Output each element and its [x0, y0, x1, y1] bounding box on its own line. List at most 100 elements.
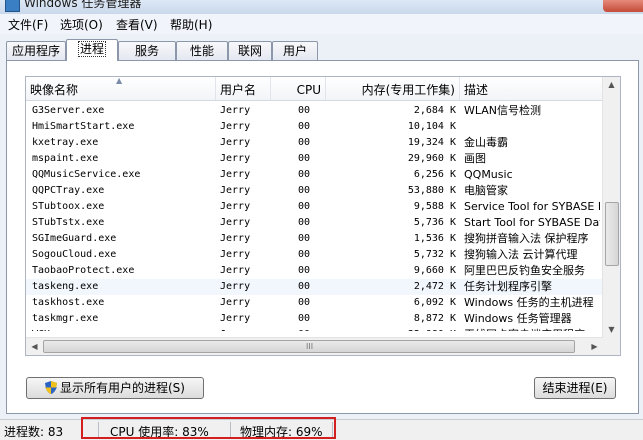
- cell-user: Jerry: [220, 265, 251, 276]
- cell-cpu: 00: [298, 217, 311, 228]
- cell-memory: 29,960 K: [407, 153, 456, 164]
- cell-memory: 2,684 K: [413, 105, 456, 116]
- cell-image-name: SogouCloud.exe: [32, 249, 117, 260]
- column-image-name[interactable]: ▲ 映像名称: [26, 77, 216, 100]
- tab-processes[interactable]: 进程: [66, 39, 118, 61]
- close-window-button[interactable]: [603, 0, 643, 12]
- cell-cpu: 00: [298, 233, 311, 244]
- horizontal-scrollbar[interactable]: ◀ III ▶: [26, 337, 603, 355]
- cell-user: Jerry: [220, 313, 251, 324]
- cell-cpu: 00: [298, 137, 311, 148]
- cell-memory: 53,880 K: [407, 185, 456, 196]
- cell-cpu: 00: [298, 327, 322, 331]
- column-description[interactable]: 描述: [460, 77, 616, 100]
- column-memory[interactable]: 内存(专用工作集): [326, 77, 460, 100]
- tab-networking[interactable]: 联网: [228, 41, 272, 60]
- cell-description: Start Tool for SYBASE Dat: [464, 216, 600, 229]
- table-row[interactable]: TaobaoProtect.exe Jerry 00 9,660 K 阿里巴巴反钓鱼安全…: [26, 263, 616, 279]
- cell-user: Jerry: [220, 201, 251, 212]
- cell-image-name: G3Server.exe: [32, 105, 105, 116]
- horizontal-scroll-thumb[interactable]: III: [43, 340, 575, 353]
- cell-user: Jerry: [220, 217, 251, 228]
- cell-cpu: 00: [298, 297, 311, 308]
- table-row[interactable]: HmiSmartStart.exe Jerry 00 10,104 K: [26, 119, 616, 135]
- cell-image-name: taskhost.exe: [32, 297, 105, 308]
- cell-user: Jerry: [220, 185, 251, 196]
- title-bar: Windows 任务管理器: [0, 0, 643, 14]
- process-rows: G3Server.exe Jerry 00 2,684 K WLAN信号检测 HmiSma…: [26, 103, 616, 331]
- cell-user: Jerry: [220, 327, 270, 331]
- cell-memory: 10,104 K: [407, 121, 456, 132]
- cell-memory: 6,256 K: [413, 169, 456, 180]
- table-row[interactable]: taskmgr.exe Jerry 00 8,872 K Windows 任务管理器: [26, 311, 616, 327]
- table-row[interactable]: QQPCTray.exe Jerry 00 53,880 K 电脑管家: [26, 183, 616, 199]
- cell-memory: 1,536 K: [413, 233, 456, 244]
- process-list[interactable]: ▲ 映像名称 用户名 CPU 内存(专用工作集) 描述 G3Server.exe…: [25, 76, 621, 356]
- table-row[interactable]: taskhost.exe Jerry 00 6,092 K Windows 任务的主机进…: [26, 295, 616, 311]
- cell-description: 搜狗拼音输入法 保护程序: [464, 232, 589, 245]
- cell-cpu: 00: [298, 169, 311, 180]
- cell-description: Windows 任务的主机进程: [464, 296, 594, 309]
- cell-image-name: QQPCTray.exe: [32, 185, 105, 196]
- show-all-users-label: 显示所有用户的进程(S): [60, 381, 185, 395]
- cell-memory: 9,588 K: [413, 201, 456, 212]
- cell-description: 阿里巴巴反钓鱼安全服务: [464, 264, 585, 277]
- cell-memory: 2,472 K: [413, 281, 456, 292]
- scroll-down-icon[interactable]: ▼: [603, 322, 620, 338]
- vertical-scroll-thumb[interactable]: [605, 202, 619, 266]
- cell-user: Jerry: [220, 249, 251, 260]
- scroll-left-icon[interactable]: ◀: [26, 338, 43, 355]
- cell-memory: 8,872 K: [413, 313, 456, 324]
- cell-user: Jerry: [220, 169, 251, 180]
- table-row[interactable]: kxetray.exe Jerry 00 19,324 K 金山毒霸: [26, 135, 616, 151]
- menu-options[interactable]: 选项(O): [58, 16, 105, 33]
- cell-image-name: HmiSmartStart.exe: [32, 121, 135, 132]
- menu-file[interactable]: 文件(F): [6, 16, 50, 33]
- tab-services[interactable]: 服务: [118, 41, 176, 60]
- table-row[interactable]: taskeng.exe Jerry 00 2,472 K 任务计划程序引擎: [26, 279, 616, 295]
- scroll-right-icon[interactable]: ▶: [586, 338, 603, 355]
- sort-ascending-icon: ▲: [116, 77, 123, 85]
- table-row[interactable]: SGImeGuard.exe Jerry 00 1,536 K 搜狗拼音输入法 保护程序: [26, 231, 616, 247]
- cell-description: [464, 119, 600, 135]
- scroll-up-icon[interactable]: ▲: [603, 77, 620, 93]
- column-image-name-label: 映像名称: [30, 83, 79, 97]
- tab-performance[interactable]: 性能: [176, 41, 228, 60]
- cell-memory: 9,660 K: [413, 265, 456, 276]
- show-all-users-button[interactable]: 显示所有用户的进程(S): [26, 377, 204, 399]
- cell-cpu: 00: [298, 265, 311, 276]
- cell-user: Jerry: [220, 137, 251, 148]
- process-list-header: ▲ 映像名称 用户名 CPU 内存(专用工作集) 描述: [26, 77, 616, 101]
- menu-help[interactable]: 帮助(H): [168, 16, 214, 33]
- cell-description: 无线网卡客户端应用程序: [464, 327, 600, 331]
- tab-applications[interactable]: 应用程序: [6, 41, 66, 60]
- cell-user: Jerry: [220, 153, 251, 164]
- cell-description: Service Tool for SYBASE D: [464, 200, 600, 213]
- cell-description: 搜狗输入法 云计算代理: [464, 248, 578, 261]
- tab-users[interactable]: 用户: [272, 41, 318, 60]
- table-row[interactable]: SogouCloud.exe Jerry 00 5,732 K 搜狗输入法 云计算代理: [26, 247, 616, 263]
- cell-cpu: 00: [298, 105, 311, 116]
- column-cpu[interactable]: CPU: [271, 77, 326, 100]
- cell-description: 画图: [464, 152, 486, 165]
- cell-cpu: 00: [298, 185, 311, 196]
- cell-image-name: TaobaoProtect.exe: [32, 265, 135, 276]
- end-process-button[interactable]: 结束进程(E): [534, 377, 616, 399]
- table-row[interactable]: STubtoox.exe Jerry 00 9,588 K Service Tool f…: [26, 199, 616, 215]
- table-row[interactable]: STubTstx.exe Jerry 00 5,736 K Start Tool for…: [26, 215, 616, 231]
- table-row[interactable]: G3Server.exe Jerry 00 2,684 K WLAN信号检测: [26, 103, 616, 119]
- cell-user: Jerry: [220, 297, 251, 308]
- cell-memory: 6,092 K: [413, 297, 456, 308]
- cell-description: 金山毒霸: [464, 136, 508, 149]
- uac-shield-icon: [45, 381, 57, 394]
- table-row[interactable]: mspaint.exe Jerry 00 29,960 K 画图: [26, 151, 616, 167]
- menu-view[interactable]: 查看(V): [114, 16, 160, 33]
- cell-memory: 19,324 K: [407, 137, 456, 148]
- column-user[interactable]: 用户名: [216, 77, 271, 100]
- cell-cpu: 00: [298, 249, 311, 260]
- cell-user: Jerry: [220, 105, 251, 116]
- vertical-scrollbar[interactable]: ▲ ▼: [602, 77, 620, 338]
- process-count: 进程数: 83: [4, 425, 64, 439]
- table-row[interactable]: QQMusicService.exe Jerry 00 6,256 K QQMusic: [26, 167, 616, 183]
- table-row[interactable]: WCU.exe Jerry 00 32,980 K 无线网卡客户端应用程序: [26, 327, 616, 331]
